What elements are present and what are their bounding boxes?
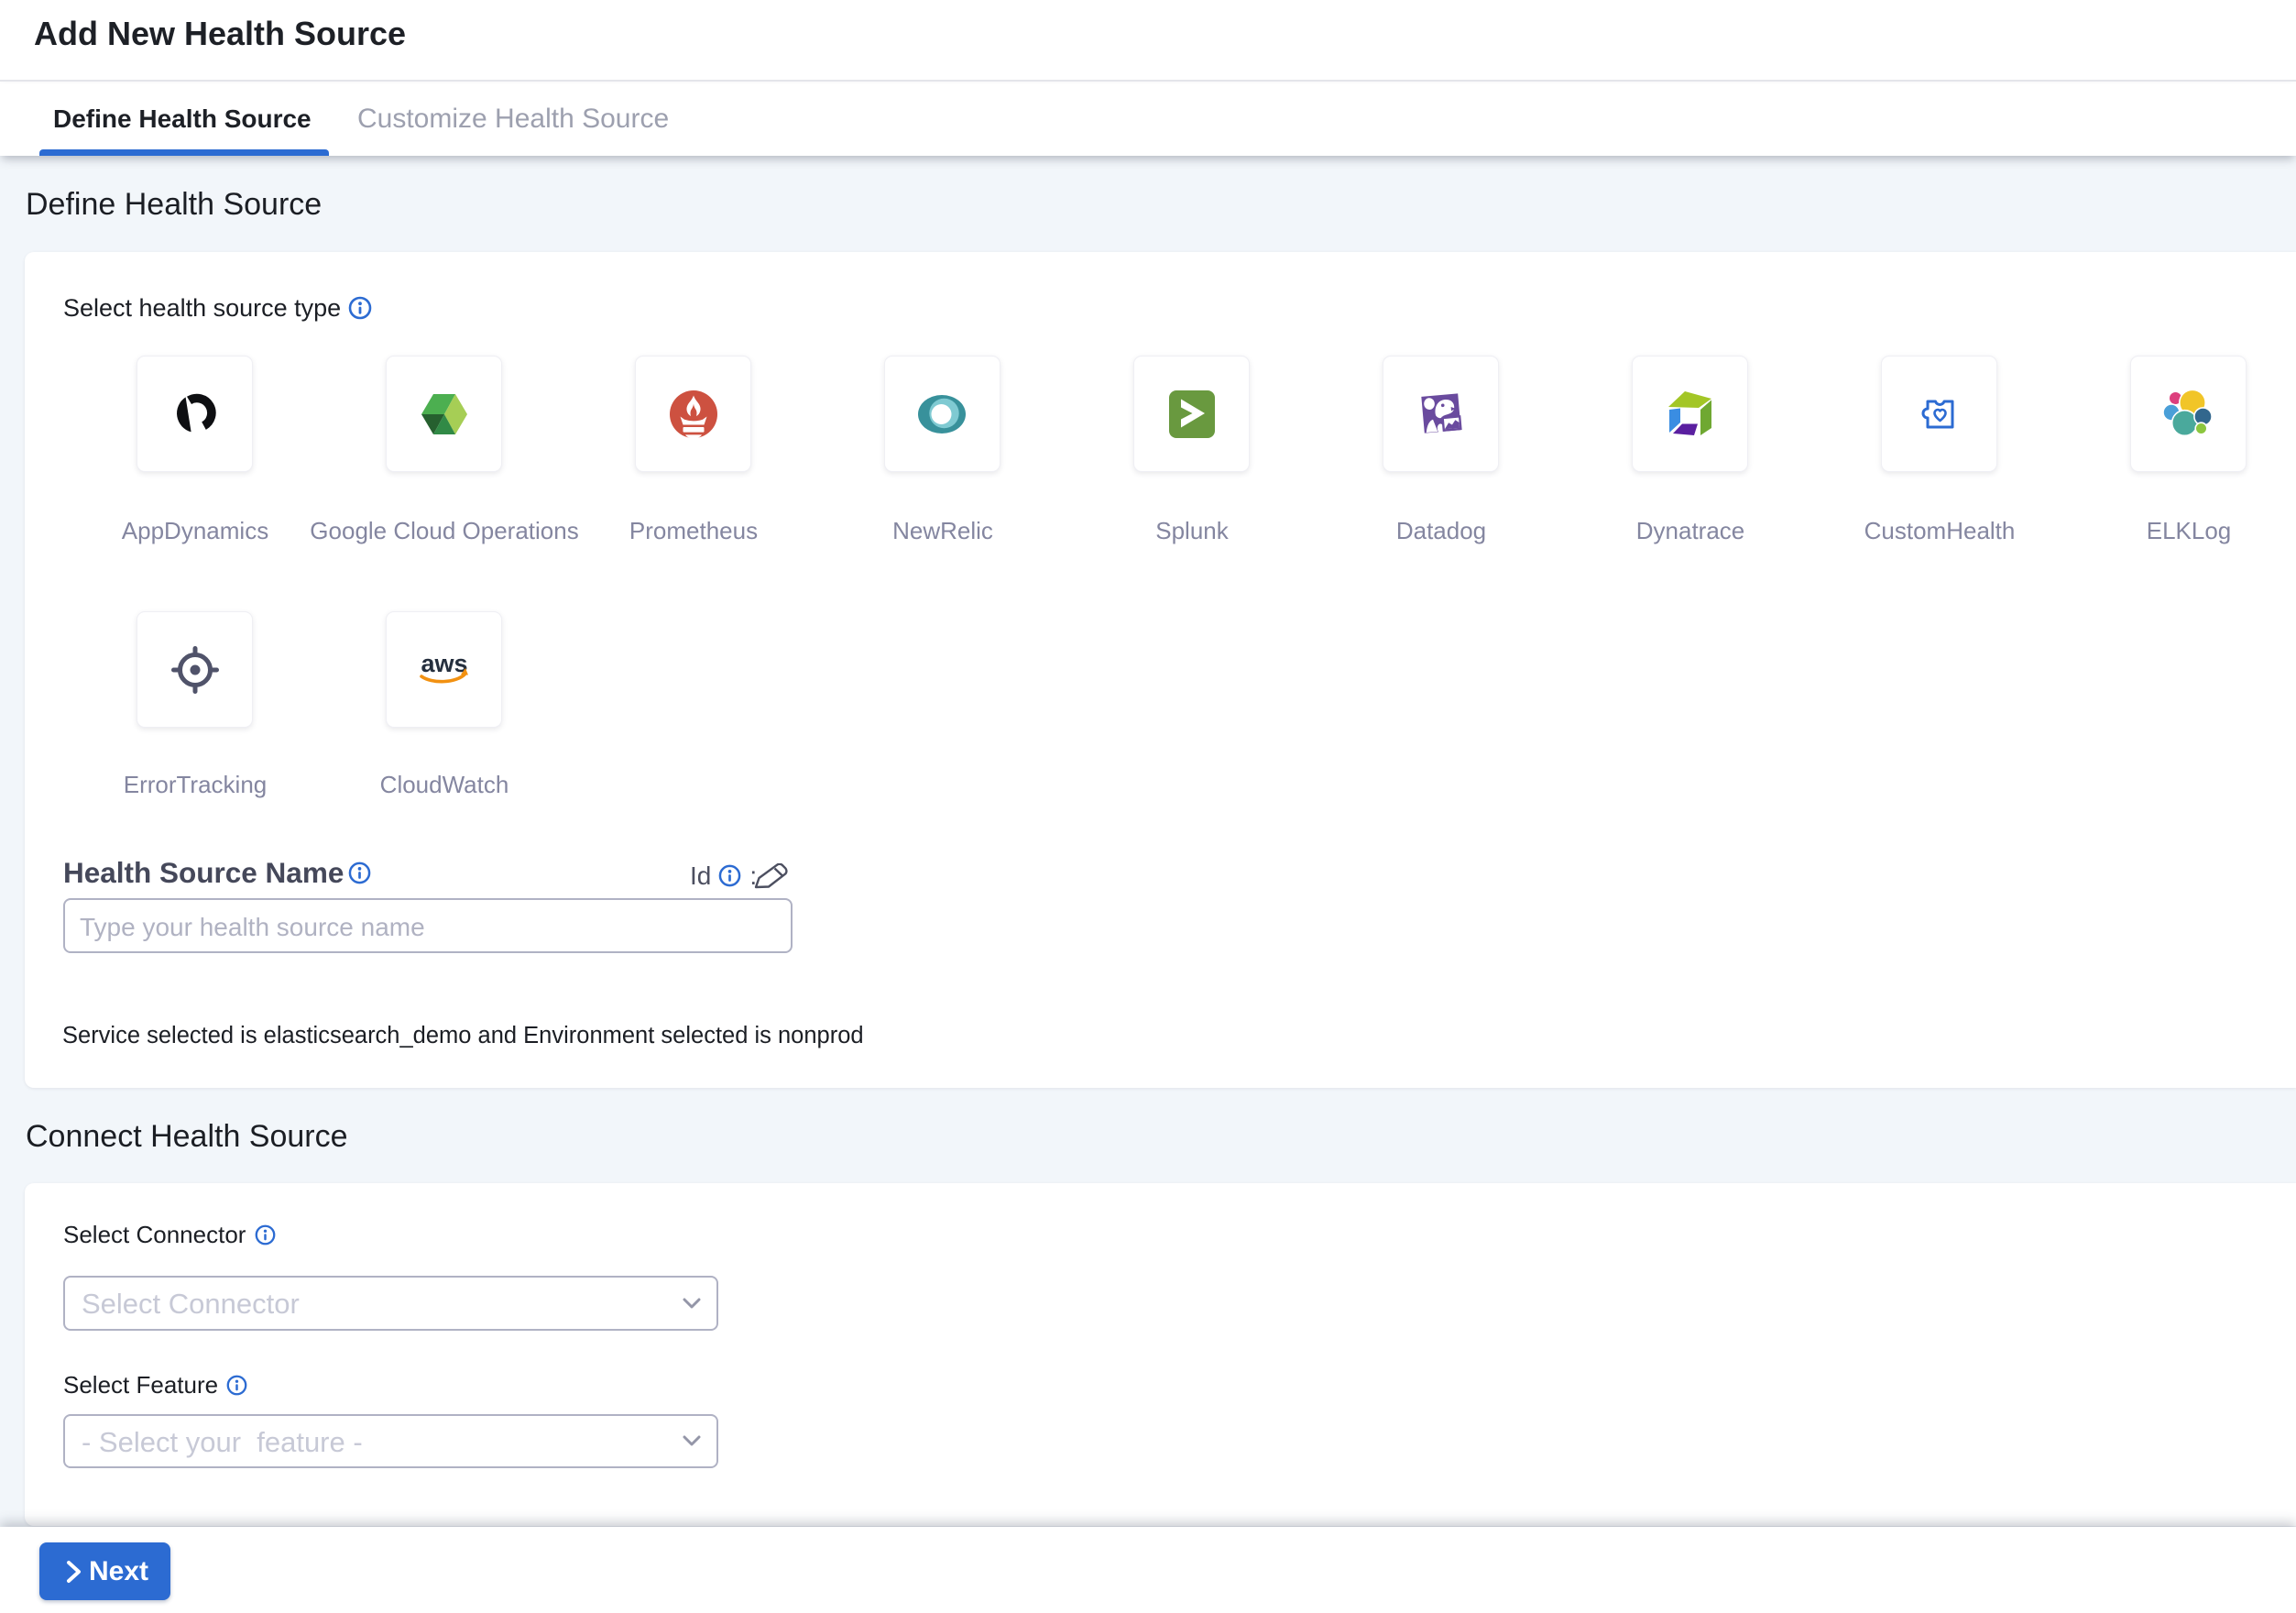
svg-text:aws: aws xyxy=(421,651,467,677)
